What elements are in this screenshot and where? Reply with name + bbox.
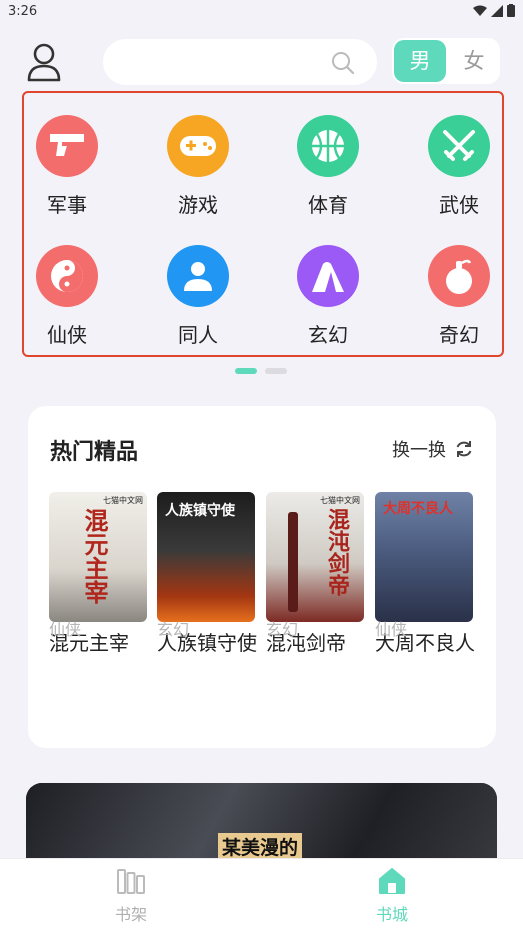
book-cover: 七猫中文网 混元主宰 [49, 492, 147, 622]
category-label: 奇幻 [439, 323, 479, 347]
cover-publisher-tag: 七猫中文网 [103, 496, 143, 505]
category-label: 玄幻 [308, 323, 348, 347]
battery-icon [507, 4, 515, 17]
yinyang-icon [36, 245, 98, 307]
category-qihuan[interactable]: 奇幻 [414, 245, 504, 365]
tab-bookshelf[interactable]: 书架 [91, 867, 171, 925]
home-icon [379, 868, 405, 894]
person-icon [167, 245, 229, 307]
category-sports[interactable]: 体育 [283, 115, 373, 235]
header: 男 女 [0, 36, 523, 88]
gourd-icon [428, 245, 490, 307]
category-game[interactable]: 游戏 [153, 115, 243, 235]
book-cover: 七猫中文网 混沌剑帝 [266, 492, 364, 622]
bottom-tab-bar: 书架 书城 [0, 858, 523, 931]
book-cover: 大周不良人 [375, 492, 473, 622]
tab-label: 书城 [375, 905, 408, 924]
book-genre: 仙侠 [49, 620, 82, 639]
status-time: 3:26 [8, 4, 38, 19]
cover-publisher-tag: 七猫中文网 [320, 496, 360, 505]
gender-toggle: 男 女 [392, 38, 500, 84]
category-fantasy[interactable]: 玄幻 [283, 245, 373, 365]
mountain-icon [297, 245, 359, 307]
gun-icon [36, 115, 98, 177]
category-label: 仙侠 [47, 323, 87, 347]
search-icon[interactable] [331, 51, 355, 75]
swords-icon [428, 115, 490, 177]
hot-section: 热门精品 换一换 七猫中文网 混元主宰 混元主宰 仙侠 人族镇守使 人族镇守使 … [28, 406, 496, 748]
cover-title: 混沌剑帝 [324, 508, 349, 596]
refresh-icon [456, 441, 472, 457]
book-genre: 仙侠 [375, 620, 408, 639]
book-cover: 人族镇守使 [157, 492, 255, 622]
gender-male-tab[interactable]: 男 [394, 40, 446, 82]
gamepad-icon [167, 115, 229, 177]
section-title: 热门精品 [50, 440, 139, 465]
tab-label: 书架 [114, 905, 147, 924]
category-label: 武侠 [439, 193, 479, 217]
cover-title: 混元主宰 [80, 508, 108, 604]
refresh-label: 换一换 [392, 440, 446, 461]
cover-sword-shape [288, 512, 298, 612]
signal-icon [491, 4, 503, 17]
banner-title: 某美漫的 [218, 833, 303, 860]
category-xianxia[interactable]: 仙侠 [22, 245, 112, 365]
book-genre: 玄幻 [157, 620, 190, 639]
category-label: 体育 [308, 193, 348, 217]
book-genre: 玄幻 [266, 620, 299, 639]
page-dot-active [235, 368, 257, 374]
search-input[interactable] [103, 39, 377, 85]
page-dot [265, 368, 287, 374]
category-label: 游戏 [178, 193, 218, 217]
cover-title: 人族镇守使 [165, 503, 235, 519]
status-bar: 3:26 [0, 0, 523, 24]
refresh-button[interactable]: 换一换 [392, 436, 474, 462]
category-label: 同人 [178, 323, 218, 347]
status-icons [473, 4, 515, 17]
category-grid: 军事 游戏 体育 武侠 仙侠 同人 玄幻 奇幻 [22, 91, 504, 357]
user-profile-icon[interactable] [26, 42, 62, 82]
gender-female-tab[interactable]: 女 [450, 40, 498, 82]
tab-bookstore[interactable]: 书城 [352, 867, 432, 925]
category-fanfic[interactable]: 同人 [153, 245, 243, 365]
page-indicator [235, 368, 287, 374]
basketball-icon [297, 115, 359, 177]
category-label: 军事 [47, 193, 87, 217]
wifi-icon [473, 5, 487, 16]
cover-title: 大周不良人 [383, 501, 453, 517]
category-military[interactable]: 军事 [22, 115, 112, 235]
bookshelf-icon [117, 869, 145, 894]
category-wuxia[interactable]: 武侠 [414, 115, 504, 235]
